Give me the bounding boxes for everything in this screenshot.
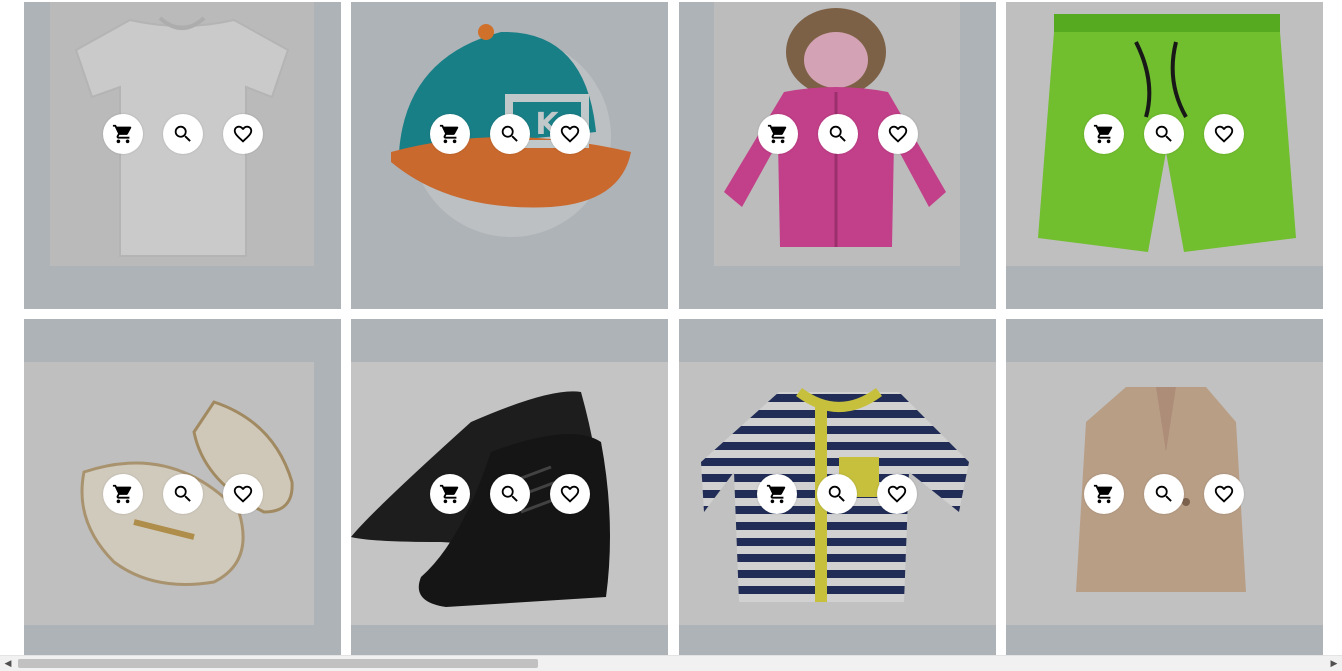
product-card[interactable] <box>1006 319 1323 655</box>
quick-view-button[interactable] <box>1144 114 1184 154</box>
quick-view-button[interactable] <box>817 474 857 514</box>
scroll-left-arrow-icon[interactable]: ◀ <box>0 656 16 671</box>
scrollbar-thumb[interactable] <box>18 659 538 668</box>
quick-view-button[interactable] <box>1144 474 1184 514</box>
add-to-cart-button[interactable] <box>103 114 143 154</box>
wishlist-button[interactable] <box>878 114 918 154</box>
heart-icon <box>559 483 581 505</box>
product-grid: K <box>0 0 1342 655</box>
add-to-cart-button[interactable] <box>1084 114 1124 154</box>
cart-icon <box>439 483 461 505</box>
product-card[interactable] <box>24 2 341 309</box>
cart-icon <box>766 483 788 505</box>
heart-icon <box>232 483 254 505</box>
wishlist-button[interactable] <box>223 474 263 514</box>
wishlist-button[interactable] <box>877 474 917 514</box>
product-actions <box>1084 114 1244 154</box>
product-card[interactable] <box>679 2 996 309</box>
quick-view-button[interactable] <box>818 114 858 154</box>
product-actions <box>430 114 590 154</box>
wishlist-button[interactable] <box>1204 114 1244 154</box>
product-actions <box>430 474 590 514</box>
add-to-cart-button[interactable] <box>430 114 470 154</box>
product-card[interactable] <box>351 319 668 655</box>
quick-view-button[interactable] <box>490 114 530 154</box>
page-edge <box>1324 0 1342 655</box>
product-card[interactable] <box>24 319 341 655</box>
cart-icon <box>1093 123 1115 145</box>
search-icon <box>172 483 194 505</box>
search-icon <box>827 123 849 145</box>
heart-icon <box>559 123 581 145</box>
cart-icon <box>1093 483 1115 505</box>
cart-icon <box>767 123 789 145</box>
heart-icon <box>887 123 909 145</box>
add-to-cart-button[interactable] <box>758 114 798 154</box>
heart-icon <box>886 483 908 505</box>
add-to-cart-button[interactable] <box>430 474 470 514</box>
heart-icon <box>232 123 254 145</box>
add-to-cart-button[interactable] <box>757 474 797 514</box>
quick-view-button[interactable] <box>490 474 530 514</box>
product-actions <box>758 114 918 154</box>
wishlist-button[interactable] <box>550 474 590 514</box>
search-icon <box>1153 123 1175 145</box>
product-actions <box>1084 474 1244 514</box>
quick-view-button[interactable] <box>163 474 203 514</box>
search-icon <box>1153 483 1175 505</box>
cart-icon <box>439 123 461 145</box>
product-actions <box>757 474 917 514</box>
wishlist-button[interactable] <box>223 114 263 154</box>
search-icon <box>826 483 848 505</box>
add-to-cart-button[interactable] <box>1084 474 1124 514</box>
wishlist-button[interactable] <box>1204 474 1244 514</box>
product-card[interactable] <box>679 319 996 655</box>
cart-icon <box>112 123 134 145</box>
cart-icon <box>112 483 134 505</box>
search-icon <box>499 123 521 145</box>
search-icon <box>172 123 194 145</box>
add-to-cart-button[interactable] <box>103 474 143 514</box>
search-icon <box>499 483 521 505</box>
heart-icon <box>1213 123 1235 145</box>
scroll-right-arrow-icon[interactable]: ▶ <box>1326 656 1342 671</box>
product-actions <box>103 474 263 514</box>
wishlist-button[interactable] <box>550 114 590 154</box>
quick-view-button[interactable] <box>163 114 203 154</box>
horizontal-scrollbar[interactable]: ◀ ▶ <box>0 655 1342 671</box>
heart-icon <box>1213 483 1235 505</box>
product-card[interactable]: K <box>351 2 668 309</box>
product-actions <box>103 114 263 154</box>
product-card[interactable] <box>1006 2 1323 309</box>
